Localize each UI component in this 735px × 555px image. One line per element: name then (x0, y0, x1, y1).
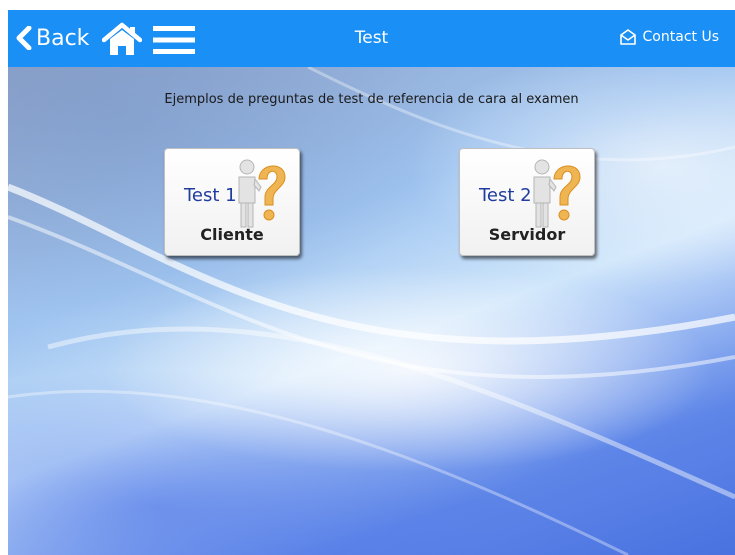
test-2-tile[interactable]: Test 2 Servidor (459, 148, 595, 256)
page-subtitle: Ejemplos de preguntas de test de referen… (164, 92, 579, 107)
back-label: Back (36, 25, 90, 51)
person-question-mark-icon (533, 159, 581, 228)
contact-us-button[interactable]: Contact Us (619, 29, 719, 45)
hamburger-menu-icon[interactable] (153, 25, 195, 55)
envelope-icon (619, 29, 636, 45)
chevron-left-icon (16, 26, 32, 50)
home-icon[interactable] (102, 22, 142, 56)
tile-name-label: Cliente (200, 225, 264, 244)
tile-name-label: Servidor (488, 225, 566, 244)
back-button[interactable]: Back (16, 23, 89, 53)
test-1-tile[interactable]: Test 1 Cliente (164, 148, 300, 256)
main-content: Ejemplos de preguntas de test de referen… (8, 67, 735, 555)
top-navigation-bar: Back Test Contact Us (8, 10, 735, 67)
contact-us-label: Contact Us (642, 29, 719, 45)
app-window: Back Test Contact Us Ejemplos de pregunt… (8, 10, 735, 555)
background-swoosh (8, 67, 735, 555)
person-question-mark-icon (238, 159, 286, 228)
